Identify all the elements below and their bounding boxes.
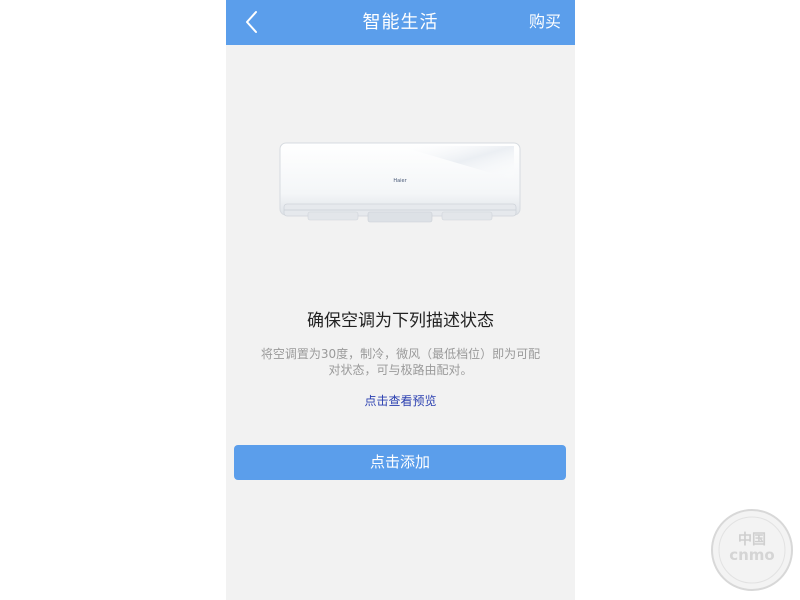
page-title: 智能生活 — [362, 12, 439, 33]
add-button[interactable]: 点击添加 — [234, 445, 566, 480]
view-preview-link[interactable]: 点击查看预览 — [226, 393, 575, 409]
top-navigation-bar: 智能生活 购买 — [226, 0, 575, 45]
air-conditioner-illustration: Haier — [279, 142, 521, 223]
instruction-description: 将空调置为30度，制冷，微风（最低档位）即为可配对状态，可与极路由配对。 — [260, 347, 541, 377]
instruction-heading: 确保空调为下列描述状态 — [307, 311, 494, 331]
cnmo-watermark-logo: 中国 cnmo — [711, 509, 793, 591]
buy-button[interactable]: 购买 — [529, 11, 561, 33]
app-screen: 智能生活 购买 Haier 确保空调为下列描述状态 将空调置为30度，制冷，微风… — [226, 0, 575, 600]
brand-logo-text: Haier — [393, 178, 407, 184]
watermark-text-mid: cnmo — [729, 546, 775, 564]
